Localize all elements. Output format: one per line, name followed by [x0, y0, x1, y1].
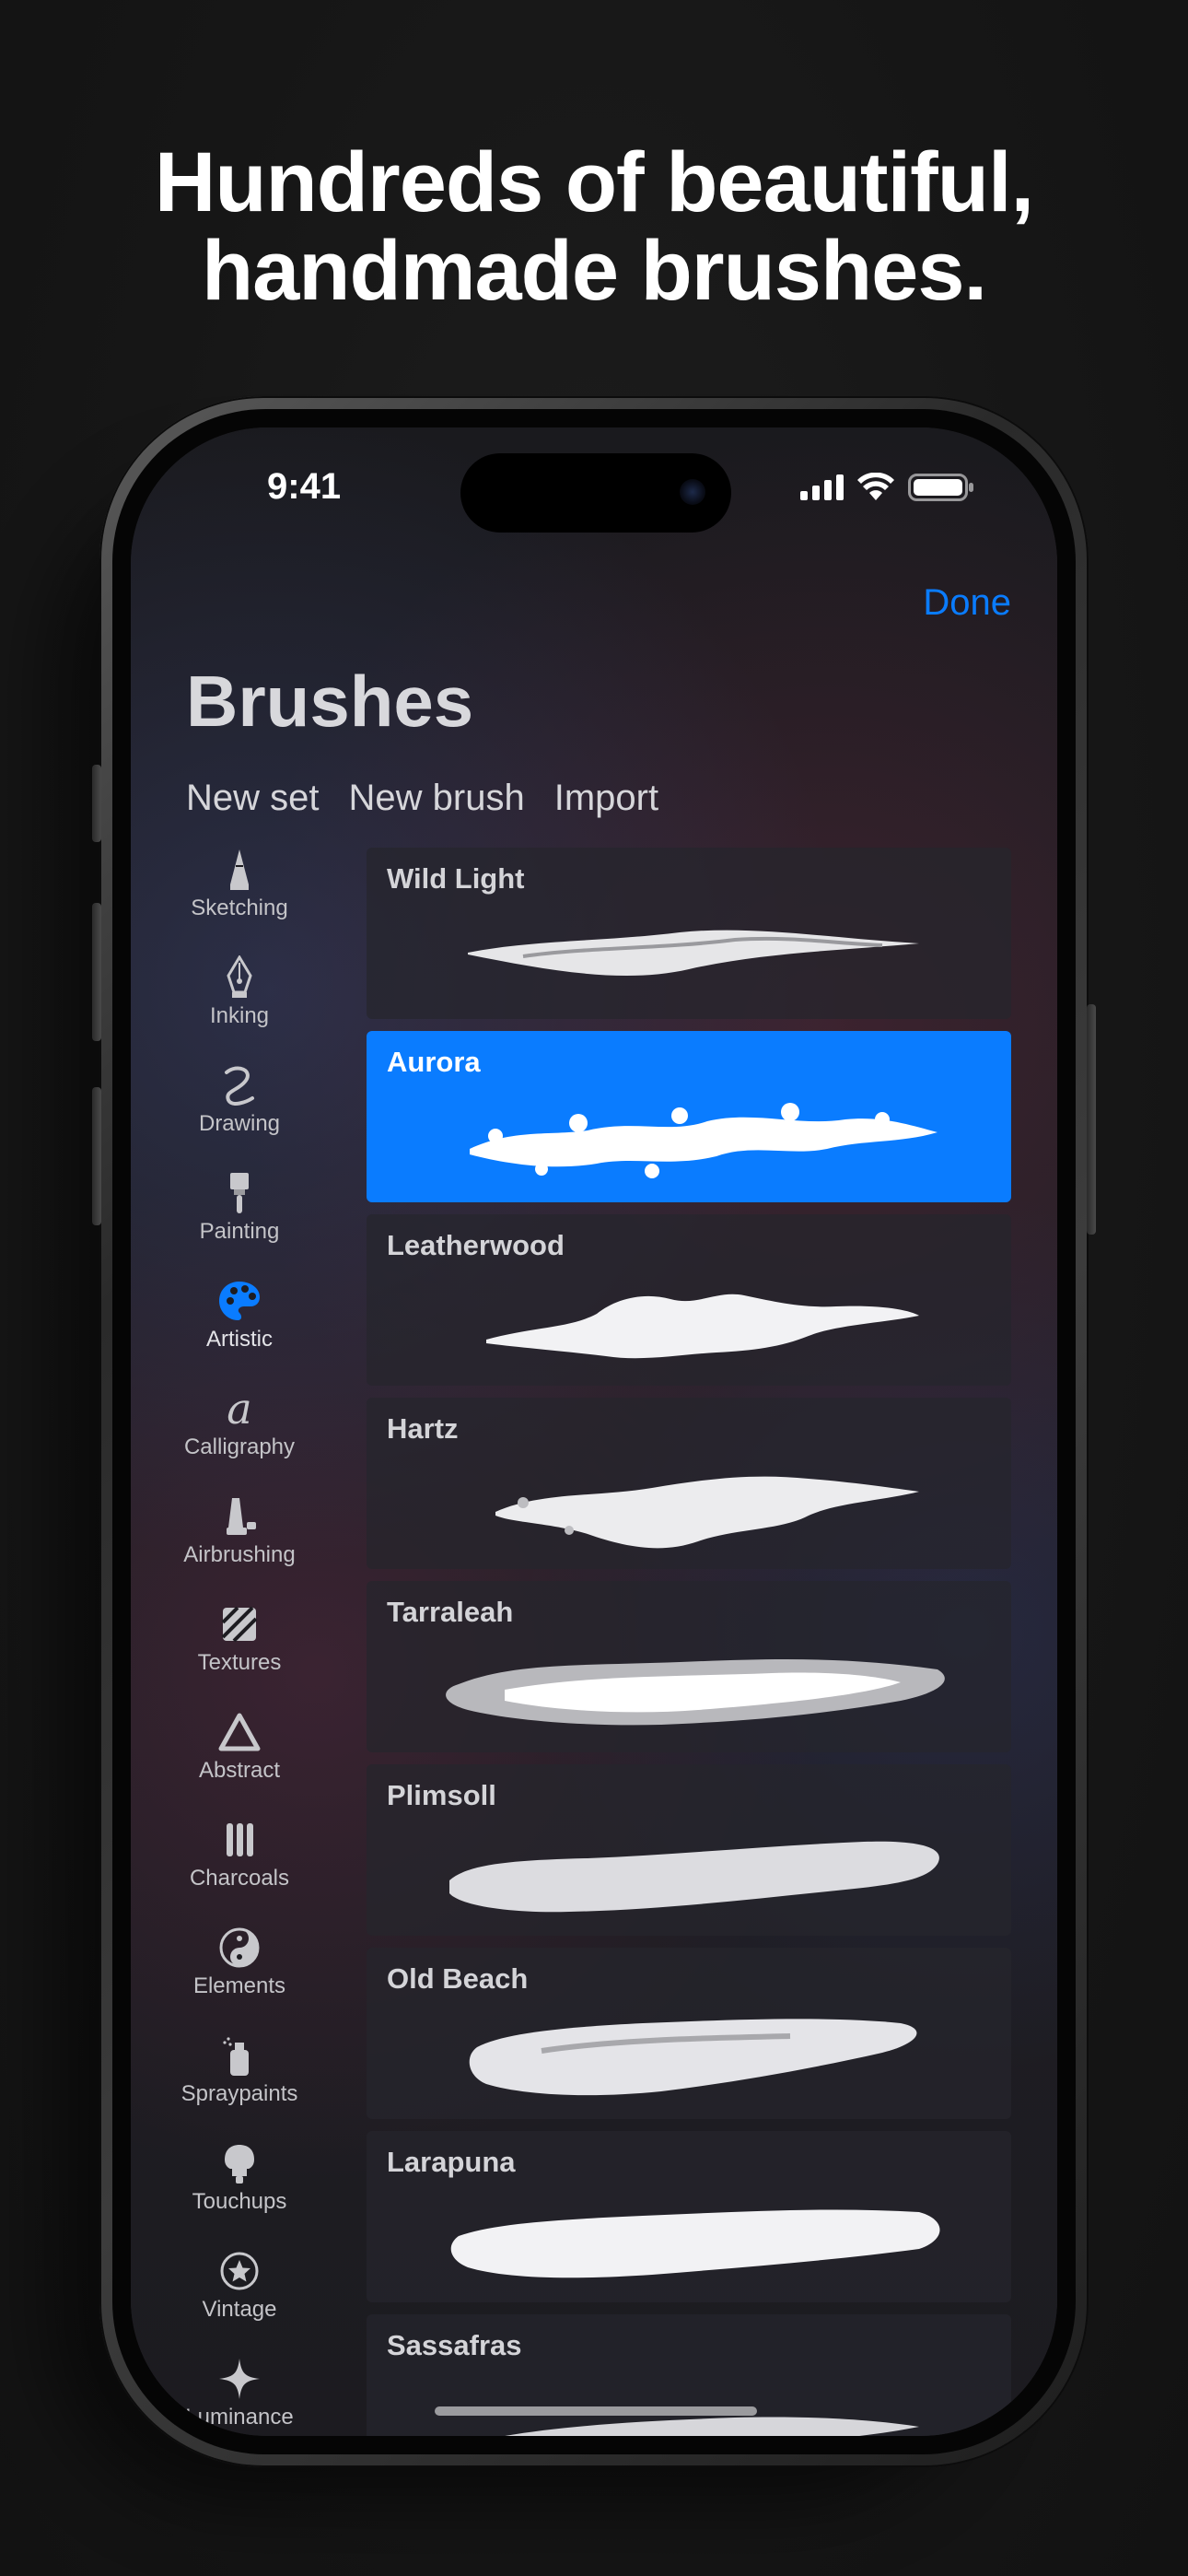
brush-stroke-preview — [469, 2019, 917, 2096]
category-label: Elements — [192, 1973, 286, 1998]
dynamic-island — [460, 453, 731, 533]
category-spraypaints[interactable]: Spraypaints — [131, 2033, 348, 2107]
brush-stroke-preview — [449, 1841, 939, 1913]
category-elements[interactable]: Elements — [131, 1926, 348, 1999]
category-label: Luminance — [185, 2405, 294, 2430]
airbrush-icon — [227, 1498, 256, 1535]
brush-name: Leatherwood — [387, 1229, 565, 1261]
import-button[interactable]: Import — [554, 778, 658, 819]
brush-stroke-preview — [470, 1103, 938, 1178]
category-sketching[interactable]: Sketching — [131, 848, 348, 921]
spray-can-icon — [223, 2037, 249, 2076]
category-drawing[interactable]: Drawing — [131, 1063, 348, 1137]
category-vintage[interactable]: Vintage — [131, 2249, 348, 2323]
status-time: 9:41 — [267, 466, 342, 507]
brush-stroke-preview — [450, 2209, 940, 2278]
category-charcoals[interactable]: Charcoals — [131, 1818, 348, 1891]
phone-screen: 9:41 Done Brushes New set New brush Impo… — [131, 427, 1057, 2436]
brush-row-plimsoll[interactable]: Plimsoll — [367, 1764, 1011, 1936]
category-airbrushing[interactable]: Airbrushing — [131, 1494, 348, 1568]
brush-row-aurora[interactable]: Aurora — [367, 1031, 1011, 1202]
category-label: Vintage — [202, 2297, 277, 2322]
pen-nib-icon — [227, 955, 252, 998]
category-label: Artistic — [206, 1327, 273, 1352]
headline-line-2: handmade brushes. — [201, 224, 987, 318]
category-textures[interactable]: Textures — [131, 1602, 348, 1676]
status-icons — [800, 472, 974, 503]
volume-up-button — [92, 903, 101, 1041]
marketing-headline: Hundreds of beautiful, handmade brushes. — [0, 138, 1188, 315]
category-label: Airbrushing — [183, 1542, 296, 1567]
done-button[interactable]: Done — [923, 582, 1011, 624]
category-label: Charcoals — [189, 1866, 290, 1891]
brush-name: Larapuna — [387, 2146, 516, 2178]
brush-stroke-preview — [505, 2417, 919, 2436]
brush-actions: New set New brush Import — [186, 778, 658, 819]
headline-line-1: Hundreds of beautiful, — [154, 135, 1034, 229]
category-label: Painting — [199, 1219, 280, 1244]
pencil-tip-icon — [230, 849, 249, 890]
category-painting[interactable]: Painting — [131, 1171, 348, 1245]
paintbrush-icon — [230, 1173, 249, 1213]
category-label: Sketching — [191, 896, 288, 920]
charcoal-sticks-icon — [227, 1823, 253, 1856]
yin-yang-icon — [219, 1927, 260, 1968]
category-label: Textures — [197, 1650, 282, 1675]
brush-name: Plimsoll — [387, 1779, 496, 1811]
category-luminance[interactable]: Luminance — [131, 2357, 348, 2430]
palette-icon — [219, 1282, 260, 1320]
brush-stroke-preview — [495, 1476, 919, 1549]
home-indicator[interactable] — [435, 2406, 757, 2416]
cellular-signal-icon — [800, 474, 844, 500]
category-label: Abstract — [198, 1758, 281, 1783]
brush-name: Aurora — [387, 1046, 481, 1078]
squiggle-icon — [225, 1066, 254, 1106]
brush-row-old-beach[interactable]: Old Beach — [367, 1948, 1011, 2119]
brush-row-leatherwood[interactable]: Leatherwood — [367, 1214, 1011, 1386]
power-button — [1087, 1004, 1096, 1235]
category-label: Touchups — [192, 2189, 287, 2214]
category-label: Calligraphy — [183, 1434, 296, 1459]
svg-text:a: a — [227, 1387, 251, 1431]
brush-row-hartz[interactable]: Hartz — [367, 1398, 1011, 1569]
brush-row-larapuna[interactable]: Larapuna — [367, 2131, 1011, 2302]
brush-stroke-preview — [486, 1294, 919, 1359]
new-brush-button[interactable]: New brush — [349, 778, 525, 819]
category-label: Inking — [209, 1003, 270, 1028]
triangle-icon — [218, 1713, 261, 1751]
category-touchups[interactable]: Touchups — [131, 2141, 348, 2215]
action-button — [92, 765, 101, 842]
textures-icon — [221, 1606, 258, 1643]
category-label: Spraypaints — [181, 2081, 298, 2106]
category-abstract[interactable]: Abstract — [131, 1710, 348, 1784]
brush-name: Sassafras — [387, 2329, 522, 2361]
brush-row-tarraleah[interactable]: Tarraleah — [367, 1581, 1011, 1752]
category-artistic[interactable]: Artistic — [131, 1279, 348, 1352]
touchup-icon — [225, 2145, 254, 2184]
brush-name: Wild Light — [387, 862, 525, 895]
category-label: Drawing — [198, 1111, 281, 1136]
front-camera — [680, 479, 705, 505]
battery-icon — [908, 474, 973, 501]
sparkle-icon — [219, 2359, 260, 2399]
brush-name: Hartz — [387, 1412, 459, 1445]
category-inking[interactable]: Inking — [131, 955, 348, 1029]
wifi-icon — [857, 473, 894, 500]
star-badge-icon — [220, 2252, 259, 2290]
brush-row-sassafras[interactable]: Sassafras — [367, 2314, 1011, 2436]
brush-stroke-preview — [468, 930, 919, 977]
brush-row-wild-light[interactable]: Wild Light — [367, 848, 1011, 1019]
brush-name: Old Beach — [387, 1962, 529, 1995]
brush-stroke-preview — [446, 1659, 945, 1726]
calligraphy-a-icon: a — [227, 1387, 251, 1431]
page-title: Brushes — [186, 661, 474, 742]
volume-down-button — [92, 1087, 101, 1225]
brush-name: Tarraleah — [387, 1596, 514, 1628]
category-calligraphy[interactable]: a Calligraphy — [131, 1387, 348, 1460]
new-set-button[interactable]: New set — [186, 778, 320, 819]
